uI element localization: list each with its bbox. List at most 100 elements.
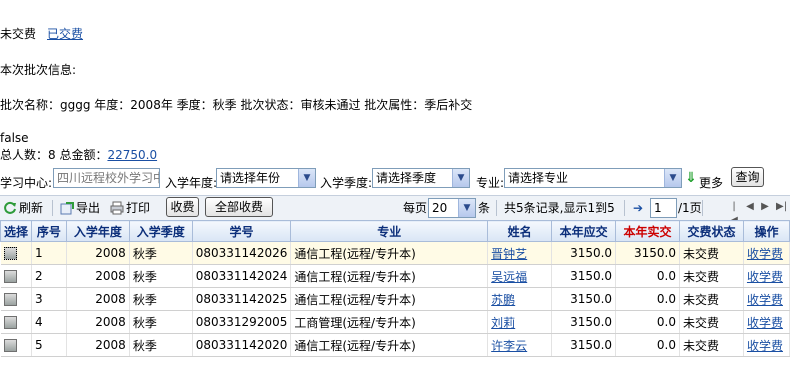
collect-fee-link[interactable]: 收学费: [747, 293, 783, 307]
row-select-cell[interactable]: [0, 241, 32, 265]
download-arrow-icon[interactable]: ⇓: [685, 170, 697, 186]
cell-no: 3: [31, 287, 67, 311]
cell-paid: 0.0: [615, 333, 681, 357]
cell-paid: 3150.0: [615, 241, 681, 265]
cell-season: 秋季: [129, 241, 193, 265]
row-select-cell[interactable]: [0, 287, 32, 311]
refresh-button[interactable]: 刷新: [3, 199, 43, 217]
cell-name[interactable]: 晋钟艺: [487, 241, 553, 265]
print-button[interactable]: 打印: [110, 199, 150, 217]
col-header-name: 姓名: [487, 220, 553, 242]
cell-status: 未交费: [679, 310, 744, 334]
cell-year: 2008: [66, 287, 130, 311]
total-amount-link[interactable]: 22750.0: [107, 148, 157, 162]
row-select-cell[interactable]: [0, 310, 32, 334]
tab-paid[interactable]: 已交费: [47, 25, 83, 42]
cell-major: 通信工程(远程/专升本): [290, 264, 489, 288]
cell-action[interactable]: 收学费: [743, 241, 790, 265]
cell-name[interactable]: 苏鹏: [487, 287, 553, 311]
table-row[interactable]: 4 2008 秋季 080331292005 工商管理(远程/专升本) 刘莉 3150.0 0…: [0, 310, 790, 334]
cell-due: 3150.0: [551, 287, 617, 311]
fee-table: 选择 序号 入学年度 入学季度 学号 专业 姓名 本年应交 本年实交 交费状态 …: [0, 220, 790, 357]
cell-year: 2008: [66, 241, 130, 265]
col-header-major: 专业: [290, 220, 489, 242]
major-select[interactable]: 请选择专业 ▼: [504, 168, 682, 188]
cell-student-id: 080331142025: [192, 287, 292, 311]
toolbar-divider: [52, 200, 53, 216]
grid-toolbar: 刷新 导出 打印 收费 全部收费 每页 20 ▼ 条 共5条记录,显示1到5 ➔…: [0, 195, 790, 226]
row-select-cell[interactable]: [0, 333, 32, 357]
row-checkbox[interactable]: [3, 293, 17, 306]
row-checkbox[interactable]: [3, 270, 17, 283]
student-name-link[interactable]: 刘莉: [491, 316, 515, 330]
col-header-student-id: 学号: [191, 220, 292, 242]
cell-name[interactable]: 吴远福: [487, 264, 553, 288]
first-page-icon[interactable]: |◀: [729, 200, 739, 226]
major-label: 专业:: [476, 176, 505, 190]
cell-action[interactable]: 收学费: [743, 310, 790, 334]
year-label: 入学年度:: [165, 176, 218, 190]
collect-fee-link[interactable]: 收学费: [747, 270, 783, 284]
more-link[interactable]: 更多: [699, 174, 723, 191]
export-button[interactable]: 导出: [60, 199, 100, 217]
cell-paid: 0.0: [615, 287, 681, 311]
last-page-icon[interactable]: ▶|: [776, 200, 787, 214]
export-label: 导出: [76, 201, 101, 215]
col-header-season: 入学季度: [128, 220, 193, 242]
student-name-link[interactable]: 许李云: [491, 339, 527, 353]
per-page-select[interactable]: 20 ▼: [428, 198, 476, 218]
row-checkbox[interactable]: [3, 316, 17, 329]
student-name-link[interactable]: 晋钟艺: [491, 247, 527, 261]
total-people-label: 总人数：8 总金额：: [0, 148, 108, 162]
row-checkbox[interactable]: [3, 339, 17, 352]
cell-season: 秋季: [129, 333, 193, 357]
batch-section-title: 本次批次信息:: [0, 63, 77, 77]
season-select[interactable]: 请选择季度 ▼: [372, 168, 470, 188]
charge-all-button[interactable]: 全部收费: [205, 197, 273, 217]
cell-status: 未交费: [679, 264, 744, 288]
cell-action[interactable]: 收学费: [743, 264, 790, 288]
col-header-year: 入学年度: [65, 220, 130, 242]
query-button[interactable]: 查询: [731, 167, 764, 187]
cell-no: 1: [31, 241, 67, 265]
page-total: /1页: [678, 201, 702, 215]
col-header-action: 操作: [742, 220, 790, 242]
row-select-cell[interactable]: [0, 264, 32, 288]
season-label: 入学季度:: [320, 176, 373, 190]
row-checkbox[interactable]: [3, 247, 17, 260]
col-header-select: 选择: [0, 220, 32, 242]
student-name-link[interactable]: 吴远福: [491, 270, 527, 284]
table-row[interactable]: 1 2008 秋季 080331142026 通信工程(远程/专升本) 晋钟艺 3150.0…: [0, 241, 790, 265]
chevron-down-icon: ▼: [298, 169, 315, 187]
collect-fee-link[interactable]: 收学费: [747, 316, 783, 330]
cell-paid: 0.0: [615, 310, 681, 334]
tab-unpaid[interactable]: 未交费: [0, 25, 36, 42]
student-name-link[interactable]: 苏鹏: [491, 293, 515, 307]
next-page-icon[interactable]: ▶: [760, 200, 770, 214]
toolbar-divider: [496, 200, 497, 216]
goto-page-arrow-icon[interactable]: ➔: [633, 199, 643, 217]
per-page-label: 每页: [403, 201, 428, 215]
cell-due: 3150.0: [551, 310, 617, 334]
collect-fee-link[interactable]: 收学费: [747, 247, 783, 261]
cell-name[interactable]: 许李云: [487, 333, 553, 357]
year-select[interactable]: 请选择年份 ▼: [216, 168, 316, 188]
table-row[interactable]: 2 2008 秋季 080331142024 通信工程(远程/专升本) 吴远福 3150.0…: [0, 264, 790, 288]
col-header-due: 本年应交: [551, 220, 617, 242]
cell-action[interactable]: 收学费: [743, 287, 790, 311]
prev-page-icon[interactable]: ◀: [745, 200, 755, 214]
per-page-unit: 条: [478, 201, 491, 215]
cell-status: 未交费: [679, 241, 744, 265]
page-number-input[interactable]: 1: [650, 198, 677, 218]
charge-button[interactable]: 收费: [166, 197, 199, 217]
cell-action[interactable]: 收学费: [743, 333, 790, 357]
table-row[interactable]: 3 2008 秋季 080331142025 通信工程(远程/专升本) 苏鹏 3150.0 0…: [0, 287, 790, 311]
cell-status: 未交费: [679, 333, 744, 357]
center-label: 学习中心:: [0, 176, 53, 190]
cell-major: 通信工程(远程/专升本): [290, 287, 489, 311]
cell-name[interactable]: 刘莉: [487, 310, 553, 334]
table-row[interactable]: 5 2008 秋季 080331142020 通信工程(远程/专升本) 许李云 3150.0…: [0, 333, 790, 357]
per-page-value: 20: [432, 201, 448, 215]
center-input[interactable]: 四川远程校外学习中: [53, 168, 160, 188]
collect-fee-link[interactable]: 收学费: [747, 339, 783, 353]
